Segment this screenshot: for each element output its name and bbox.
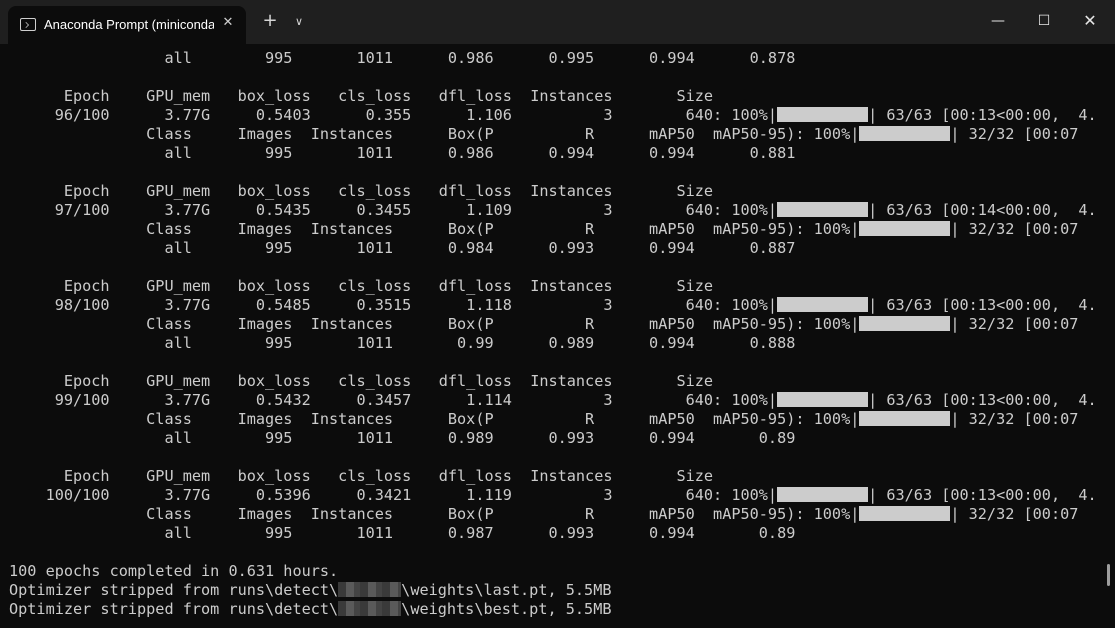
terminal-line-text: 98/100 3.77G 0.5485 0.3515 1.118 3 640: … bbox=[9, 296, 778, 314]
progress-bar bbox=[859, 316, 951, 331]
terminal-line: 96/100 3.77G 0.5403 0.355 1.106 3 640: 1… bbox=[9, 106, 1097, 125]
new-tab-button[interactable]: + bbox=[258, 10, 282, 34]
terminal-line-tail: | 63/63 [00:14<00:00, 4. bbox=[868, 201, 1097, 219]
terminal-line-text: Epoch GPU_mem box_loss cls_loss dfl_loss… bbox=[9, 277, 714, 295]
terminal-line: Optimizer stripped from runs\detect\ \wei… bbox=[9, 600, 1097, 619]
terminal-line: all 995 1011 0.986 0.994 0.994 0.881 bbox=[9, 144, 1097, 163]
terminal-lines: all 995 1011 0.986 0.995 0.994 0.878 Epo… bbox=[9, 49, 1097, 619]
terminal-line-text: Class Images Instances Box(P R mAP50 mAP… bbox=[9, 315, 860, 333]
progress-bar bbox=[859, 126, 951, 141]
terminal-line-tail: | 32/32 [00:07 bbox=[950, 220, 1079, 238]
terminal-icon bbox=[20, 18, 36, 31]
terminal-line-text: 100/100 3.77G 0.5396 0.3421 1.119 3 640:… bbox=[9, 486, 778, 504]
terminal-line-text: Class Images Instances Box(P R mAP50 mAP… bbox=[9, 505, 860, 523]
terminal-line-tail: | 32/32 [00:07 bbox=[950, 125, 1079, 143]
terminal-line: 98/100 3.77G 0.5485 0.3515 1.118 3 640: … bbox=[9, 296, 1097, 315]
terminal-line-text: all 995 1011 0.99 0.989 0.994 0.888 bbox=[9, 334, 796, 352]
terminal-line-tail: \weights\last.pt, 5.5MB bbox=[401, 581, 612, 599]
terminal-line-text: Class Images Instances Box(P R mAP50 mAP… bbox=[9, 410, 860, 428]
terminal-window: Anaconda Prompt (miniconda ✕ + ∨ — ☐ ✕ a… bbox=[0, 0, 1115, 628]
terminal-line-text: all 995 1011 0.987 0.993 0.994 0.89 bbox=[9, 524, 796, 542]
tab-title: Anaconda Prompt (miniconda bbox=[44, 17, 214, 32]
terminal-line-text: 100 epochs completed in 0.631 hours. bbox=[9, 562, 339, 580]
terminal-line-tail: | 63/63 [00:13<00:00, 4. bbox=[868, 391, 1097, 409]
terminal-line-text: all 995 1011 0.986 0.994 0.994 0.881 bbox=[9, 144, 796, 162]
terminal-line-text: all 995 1011 0.984 0.993 0.994 0.887 bbox=[9, 239, 796, 257]
terminal-line-tail: | 63/63 [00:13<00:00, 4. bbox=[868, 106, 1097, 124]
terminal-line-text: Optimizer stripped from runs\detect\ bbox=[9, 581, 339, 599]
terminal-line: Class Images Instances Box(P R mAP50 mAP… bbox=[9, 220, 1097, 239]
terminal-line: 100/100 3.77G 0.5396 0.3421 1.119 3 640:… bbox=[9, 486, 1097, 505]
terminal-line-text: Epoch GPU_mem box_loss cls_loss dfl_loss… bbox=[9, 467, 714, 485]
terminal-line-text: Epoch GPU_mem box_loss cls_loss dfl_loss… bbox=[9, 87, 714, 105]
terminal-line-text: all 995 1011 0.986 0.995 0.994 0.878 bbox=[9, 49, 796, 67]
terminal-output[interactable]: all 995 1011 0.986 0.995 0.994 0.878 Epo… bbox=[0, 44, 1115, 628]
terminal-line: Class Images Instances Box(P R mAP50 mAP… bbox=[9, 315, 1097, 334]
terminal-line: Optimizer stripped from runs\detect\ \wei… bbox=[9, 581, 1097, 600]
terminal-line: Epoch GPU_mem box_loss cls_loss dfl_loss… bbox=[9, 182, 1097, 201]
close-button[interactable]: ✕ bbox=[1067, 0, 1113, 44]
terminal-line: Epoch GPU_mem box_loss cls_loss dfl_loss… bbox=[9, 372, 1097, 391]
terminal-line-tail: | 63/63 [00:13<00:00, 4. bbox=[868, 486, 1097, 504]
terminal-line-text: 96/100 3.77G 0.5403 0.355 1.106 3 640: 1… bbox=[9, 106, 778, 124]
title-bar: Anaconda Prompt (miniconda ✕ + ∨ — ☐ ✕ bbox=[0, 0, 1115, 44]
redacted-path-segment bbox=[338, 601, 402, 616]
chevron-down-icon[interactable]: ∨ bbox=[288, 10, 310, 34]
terminal-line-text: Epoch GPU_mem box_loss cls_loss dfl_loss… bbox=[9, 182, 714, 200]
terminal-line: 99/100 3.77G 0.5432 0.3457 1.114 3 640: … bbox=[9, 391, 1097, 410]
terminal-line-text: Class Images Instances Box(P R mAP50 mAP… bbox=[9, 125, 860, 143]
terminal-line: Epoch GPU_mem box_loss cls_loss dfl_loss… bbox=[9, 87, 1097, 106]
minimize-button[interactable]: — bbox=[975, 0, 1021, 44]
terminal-line-tail: | 32/32 [00:07 bbox=[950, 410, 1079, 428]
terminal-line-text: Epoch GPU_mem box_loss cls_loss dfl_loss… bbox=[9, 372, 714, 390]
progress-bar bbox=[859, 411, 951, 426]
progress-bar bbox=[777, 202, 869, 217]
progress-bar bbox=[777, 392, 869, 407]
terminal-line: all 995 1011 0.986 0.995 0.994 0.878 bbox=[9, 49, 1097, 68]
progress-bar bbox=[777, 297, 869, 312]
terminal-line: all 995 1011 0.987 0.993 0.994 0.89 bbox=[9, 524, 1097, 543]
terminal-line-text: 97/100 3.77G 0.5435 0.3455 1.109 3 640: … bbox=[9, 201, 778, 219]
progress-bar bbox=[859, 221, 951, 236]
progress-bar bbox=[777, 487, 869, 502]
terminal-line-tail: | 32/32 [00:07 bbox=[950, 505, 1079, 523]
terminal-line: Class Images Instances Box(P R mAP50 mAP… bbox=[9, 125, 1097, 144]
terminal-line-text: Class Images Instances Box(P R mAP50 mAP… bbox=[9, 220, 860, 238]
terminal-line-text: Optimizer stripped from runs\detect\ bbox=[9, 600, 339, 618]
terminal-line: all 995 1011 0.99 0.989 0.994 0.888 bbox=[9, 334, 1097, 353]
terminal-line-tail: | 63/63 [00:13<00:00, 4. bbox=[868, 296, 1097, 314]
terminal-line: 97/100 3.77G 0.5435 0.3455 1.109 3 640: … bbox=[9, 201, 1097, 220]
progress-bar bbox=[777, 107, 869, 122]
terminal-line-text: 99/100 3.77G 0.5432 0.3457 1.114 3 640: … bbox=[9, 391, 778, 409]
terminal-line-tail: \weights\best.pt, 5.5MB bbox=[401, 600, 612, 618]
progress-bar bbox=[859, 506, 951, 521]
terminal-line: Class Images Instances Box(P R mAP50 mAP… bbox=[9, 505, 1097, 524]
tab-close-icon[interactable]: ✕ bbox=[220, 15, 236, 31]
terminal-line: 100 epochs completed in 0.631 hours. bbox=[9, 562, 1097, 581]
terminal-line: all 995 1011 0.989 0.993 0.994 0.89 bbox=[9, 429, 1097, 448]
redacted-path-segment bbox=[338, 582, 402, 597]
scrollbar-thumb[interactable] bbox=[1107, 564, 1110, 586]
terminal-line: Class Images Instances Box(P R mAP50 mAP… bbox=[9, 410, 1097, 429]
terminal-line-text: all 995 1011 0.989 0.993 0.994 0.89 bbox=[9, 429, 796, 447]
maximize-button[interactable]: ☐ bbox=[1021, 0, 1067, 44]
terminal-tab[interactable]: Anaconda Prompt (miniconda ✕ bbox=[8, 6, 246, 44]
terminal-line-tail: | 32/32 [00:07 bbox=[950, 315, 1079, 333]
terminal-line: Epoch GPU_mem box_loss cls_loss dfl_loss… bbox=[9, 277, 1097, 296]
terminal-line: all 995 1011 0.984 0.993 0.994 0.887 bbox=[9, 239, 1097, 258]
terminal-line: Epoch GPU_mem box_loss cls_loss dfl_loss… bbox=[9, 467, 1097, 486]
